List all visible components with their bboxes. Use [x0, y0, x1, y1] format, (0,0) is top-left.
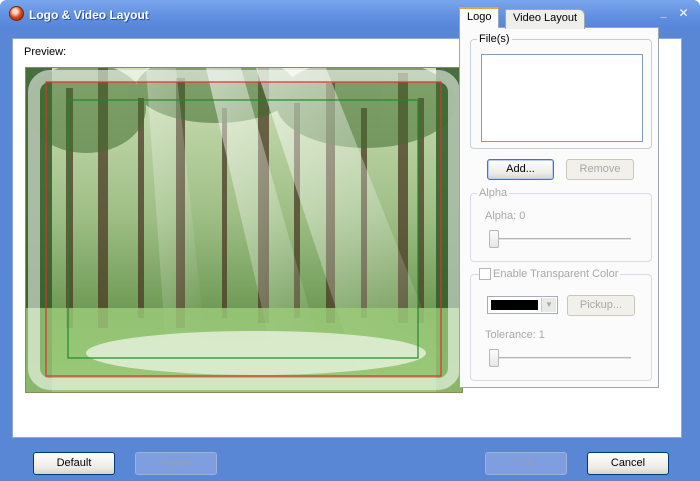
preview-frame[interactable]	[25, 67, 463, 393]
color-swatch	[491, 300, 538, 310]
files-list[interactable]	[481, 54, 643, 142]
close-icon[interactable]: ✕	[676, 6, 691, 21]
window-title: Logo & Video Layout	[29, 8, 149, 22]
default-button[interactable]: Default	[33, 452, 115, 475]
minimize-icon[interactable]: _	[656, 6, 671, 21]
alpha-slider-thumb[interactable]	[489, 230, 499, 248]
tolerance-slider-thumb[interactable]	[489, 349, 499, 367]
tab-video-layout[interactable]: Video Layout	[505, 9, 586, 29]
transparent-color-group: Enable Transparent Color ▼ Tolerance: 1	[470, 268, 652, 381]
preview-label: Preview:	[24, 46, 67, 58]
app-icon	[9, 6, 24, 21]
remove-button[interactable]: Remove	[566, 159, 634, 180]
tolerance-label: Tolerance: 1	[485, 329, 545, 341]
tab-logo[interactable]: Logo	[459, 7, 500, 28]
title-bar[interactable]: Logo & Video Layout _ ✕	[0, 0, 700, 30]
reset-button[interactable]: Reset	[135, 452, 217, 475]
ok-button[interactable]: OK	[485, 452, 567, 475]
alpha-group: Alpha Alpha: 0	[470, 187, 652, 262]
alpha-group-label: Alpha	[477, 187, 510, 199]
forest-preview-image	[26, 68, 462, 392]
chevron-down-icon[interactable]: ▼	[541, 298, 556, 312]
color-dropdown[interactable]: ▼	[487, 296, 558, 314]
files-group: File(s)	[470, 33, 652, 149]
logo-video-layout-window: Logo & Video Layout _ ✕ Preview: Logo Vi…	[0, 0, 700, 481]
alpha-slider-track[interactable]	[491, 238, 631, 241]
files-group-label: File(s)	[477, 33, 512, 45]
transparent-color-checkbox[interactable]	[479, 268, 491, 280]
tolerance-slider-track[interactable]	[491, 357, 631, 360]
cancel-button[interactable]: Cancel	[587, 452, 669, 475]
transparent-color-label: Enable Transparent Color	[491, 268, 621, 280]
add-button[interactable]: Add...	[487, 159, 554, 180]
pickup-button[interactable]: Pickup...	[567, 295, 635, 316]
alpha-label: Alpha: 0	[485, 210, 526, 222]
